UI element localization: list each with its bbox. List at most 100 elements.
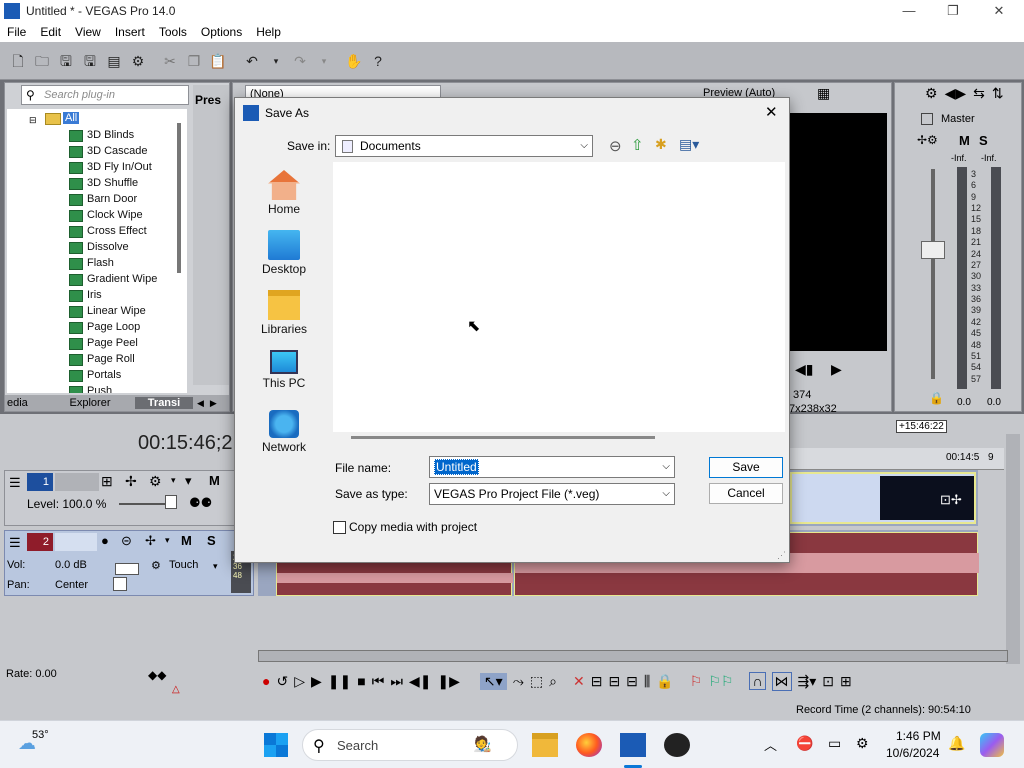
tray-settings-icon[interactable]: ⚙ [856,735,869,752]
tree-item[interactable]: Portals [69,367,121,383]
tree-item[interactable]: Linear Wipe [69,303,146,319]
menu-insert[interactable]: Insert [115,25,145,39]
tree-item[interactable]: Page Peel [69,335,138,351]
master-solo-button[interactable]: S [979,133,988,148]
tree-root-all[interactable]: All [63,112,80,124]
invert-phase-icon[interactable]: ⊝ [121,533,132,549]
menu-file[interactable]: File [7,25,26,39]
master-lock-icon[interactable]: ⇅ [992,85,1004,102]
file-list-area[interactable]: ⬉ [333,162,785,432]
windows-start-icon[interactable] [264,733,288,757]
tree-item[interactable]: 3D Cascade [69,143,148,159]
open-folder-icon[interactable]: 🗀 [32,51,52,71]
tree-scrollbar[interactable] [177,123,181,273]
cut-icon[interactable]: ✂ [160,51,180,71]
redo-dropdown-icon[interactable]: ▾ [314,51,334,71]
master-volume-fader[interactable] [921,241,945,259]
master-insert-icon[interactable]: ◀▶ [945,85,967,102]
rate-slider-icon[interactable]: ◆◆ [148,668,166,682]
pan-slider-thumb[interactable] [113,577,127,591]
tree-item[interactable]: Page Loop [69,319,140,335]
track-fx-gear-icon[interactable]: ⚙ [149,473,162,490]
tree-item[interactable]: Clock Wipe [69,207,143,223]
file-list-horizontal-scrollbar[interactable] [351,436,655,439]
view-menu-icon[interactable]: ▤▾ [679,136,699,153]
save-in-dropdown[interactable]: Documents ⌵ [335,135,593,157]
save-as-icon[interactable]: 🖫 [80,51,100,71]
display-icon[interactable]: ▭ [828,735,841,752]
tree-item[interactable]: Page Roll [69,351,135,367]
ripple-edit-icon[interactable]: ⇶▾ [798,673,817,690]
settings-gear-icon[interactable]: ⚙ [128,51,148,71]
tree-item[interactable]: Iris [69,287,102,303]
previous-frame-icon[interactable]: ◀❚ [409,673,432,690]
dialog-close-icon[interactable]: ✕ [765,103,778,121]
chevron-down-icon[interactable]: ⌵ [662,457,670,477]
envelope-tool-icon[interactable]: ⤳ [513,673,524,690]
tab-explorer[interactable]: Explorer [45,397,135,409]
tray-overflow-icon[interactable]: ︿ [764,735,777,754]
cancel-button[interactable]: Cancel [709,483,783,504]
tree-item[interactable]: 3D Shuffle [69,175,138,191]
grid-icon[interactable]: ▦ [817,85,830,102]
trim-icon[interactable]: ⊟ [591,673,603,690]
master-automation-icon[interactable] [921,113,933,125]
menu-options[interactable]: Options [201,25,242,39]
automation-gear-icon[interactable]: ⚙ [151,559,161,572]
firefox-icon[interactable] [576,733,602,757]
copy-icon[interactable]: ❐ [184,51,204,71]
vegas-taskbar-icon[interactable] [620,733,646,757]
undo-icon[interactable]: ↶ [242,51,262,71]
save-button[interactable]: Save [709,457,783,478]
track-mute-button[interactable]: M [209,473,220,488]
place-this-pc[interactable]: This PC [247,350,321,390]
menu-help[interactable]: Help [256,25,281,39]
track-compositing-icon[interactable]: ✢ [125,473,137,490]
tab-scroll-right-icon[interactable]: ▶ [210,398,217,409]
selection-tool-icon[interactable]: ⬚ [530,673,543,690]
whats-this-help-icon[interactable]: ? [368,51,388,71]
insert-region-icon[interactable]: ⚐⚐ [708,673,733,690]
track-fx-dropdown-icon[interactable]: ▾ [171,475,176,486]
place-desktop[interactable]: Desktop [247,230,321,276]
zoom-tool-icon[interactable]: ⌕ [549,673,557,690]
go-to-end-icon[interactable]: ⏭ [390,673,403,690]
track-fx-dropdown-icon[interactable]: ▾ [165,535,170,546]
copy-media-checkbox[interactable] [333,521,346,534]
track-name-field[interactable] [55,533,97,551]
record-icon[interactable]: ● [262,673,270,689]
resize-grip-icon[interactable]: ⋰ [777,550,786,561]
render-icon[interactable]: ▤ [104,51,124,71]
track-collapse-icon[interactable]: ☰ [9,535,21,551]
auto-crossfade-icon[interactable]: ⋈ [771,671,792,691]
tab-scroll-left-icon[interactable]: ◀ [197,398,204,409]
lock-icon[interactable]: 🔒 [656,673,673,690]
up-folder-icon[interactable]: ⇧ [631,136,644,154]
tab-media[interactable]: edia [5,397,45,409]
maximize-button[interactable]: ❐ [938,2,968,20]
redo-icon[interactable]: ↷ [290,51,310,71]
master-mute-button[interactable]: M [959,133,970,148]
media-player-icon[interactable] [664,733,690,757]
file-explorer-icon[interactable] [532,733,558,757]
save-icon[interactable]: 🖫 [56,51,76,71]
save-as-type-dropdown[interactable]: VEGAS Pro Project File (*.veg) ⌵ [429,483,675,505]
tree-item[interactable]: Gradient Wipe [69,271,157,287]
level-slider-thumb[interactable] [165,495,177,509]
menu-edit[interactable]: Edit [40,25,61,39]
tree-item[interactable]: Flash [69,255,114,271]
next-frame-icon[interactable]: ❚▶ [437,673,460,690]
new-file-icon[interactable]: 🗋 [8,51,28,71]
menu-view[interactable]: View [75,25,101,39]
copilot-icon[interactable] [980,733,1004,757]
minimize-button[interactable]: — [894,2,924,20]
close-window-button[interactable]: ✕ [984,2,1014,20]
tree-item[interactable]: Dissolve [69,239,129,255]
notification-bell-icon[interactable]: 🔔 [948,735,965,752]
track-solo-button[interactable]: S [207,533,216,548]
paste-icon[interactable]: 📋 [208,51,228,71]
track-mute-button[interactable]: M [181,533,192,548]
file-name-input[interactable]: Untitled ⌵ [429,456,675,478]
trim-end-icon[interactable]: ⊟ [626,673,638,690]
timeline-vertical-scrollbar[interactable] [1006,434,1020,664]
